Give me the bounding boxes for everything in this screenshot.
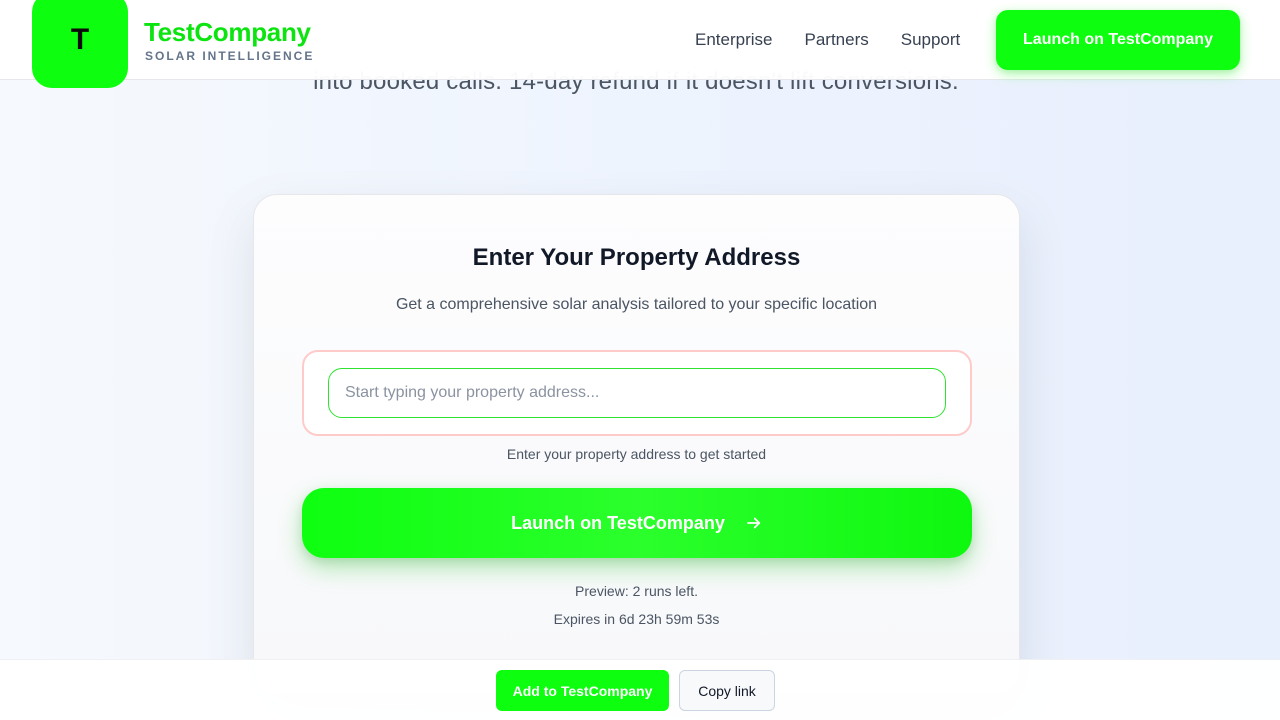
arrow-right-icon bbox=[746, 517, 760, 529]
logo-letter: T bbox=[70, 23, 90, 56]
card-title: Enter Your Property Address bbox=[472, 244, 801, 271]
card-subtitle: Get a comprehensive solar analysis tailo… bbox=[395, 296, 878, 313]
address-helper-text: Enter your property address to get start… bbox=[506, 446, 767, 462]
nav-support[interactable]: Support bbox=[901, 30, 961, 50]
address-input[interactable] bbox=[328, 368, 946, 418]
header-launch-button[interactable]: Launch on TestCompany bbox=[996, 10, 1240, 70]
add-to-company-button[interactable]: Add to TestCompany bbox=[496, 670, 669, 711]
address-card: Enter Your Property Address Get a compre… bbox=[253, 194, 1020, 694]
nav-enterprise[interactable]: Enterprise bbox=[695, 30, 772, 50]
copy-link-button[interactable]: Copy link bbox=[679, 670, 775, 711]
expires-countdown: Expires in 6d 23h 59m 53s bbox=[553, 611, 720, 627]
main-nav: Enterprise Partners Support bbox=[695, 30, 960, 50]
launch-button[interactable]: Launch on TestCompany bbox=[302, 488, 972, 558]
site-header: T TestCompany SOLAR INTELLIGENCE Enterpr… bbox=[0, 0, 1280, 88]
logo[interactable]: T bbox=[32, 0, 128, 88]
bottom-action-bar: Add to TestCompany Copy link bbox=[0, 659, 1280, 720]
brand-name[interactable]: TestCompany bbox=[144, 17, 311, 48]
brand-tagline: SOLAR INTELLIGENCE bbox=[145, 49, 315, 63]
launch-button-label: Launch on TestCompany bbox=[511, 512, 725, 533]
nav-partners[interactable]: Partners bbox=[804, 30, 868, 50]
preview-runs-text: Preview: 2 runs left. bbox=[575, 583, 698, 599]
address-input-wrapper bbox=[302, 350, 972, 436]
